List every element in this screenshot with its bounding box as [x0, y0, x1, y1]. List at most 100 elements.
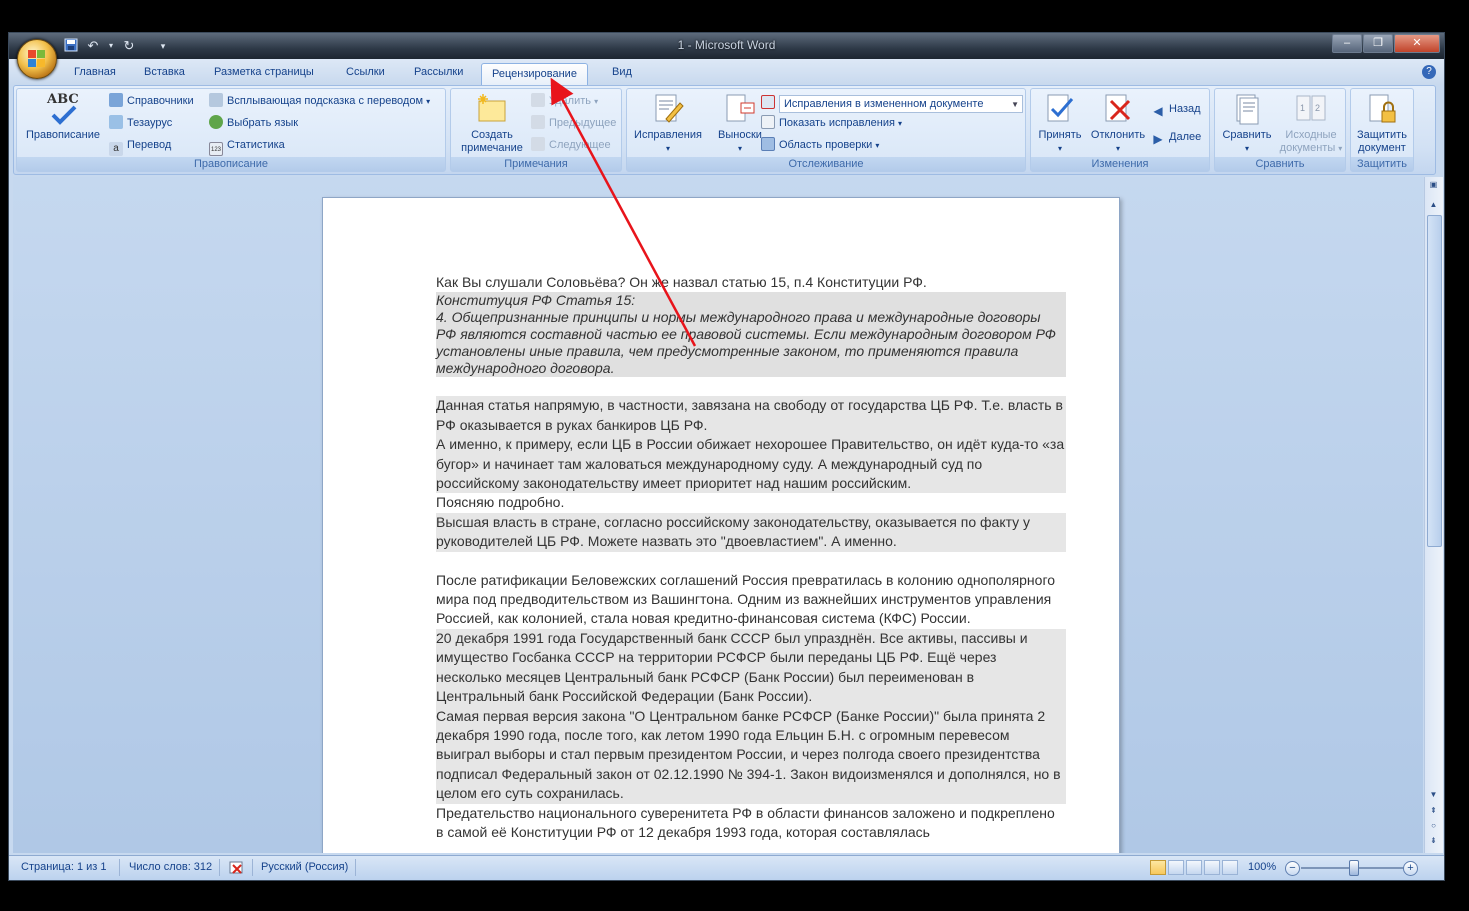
outline-view-button[interactable]: [1204, 860, 1220, 875]
source-documents-button[interactable]: 12 Исходные документы ▾: [1277, 93, 1345, 155]
zoom-slider-thumb[interactable]: [1349, 860, 1359, 876]
reviewing-pane-icon: [761, 137, 775, 151]
thesaurus-button[interactable]: Тезаурус: [109, 115, 172, 131]
group-proofing: ABC Правописание Справочники Тезаурус aП…: [16, 88, 446, 172]
print-layout-view-button[interactable]: [1150, 860, 1166, 875]
web-layout-view-button[interactable]: [1186, 860, 1202, 875]
thesaurus-icon: [109, 115, 123, 129]
chevron-down-icon: ▾: [875, 141, 880, 150]
draft-view-button[interactable]: [1222, 860, 1238, 875]
previous-comment-button[interactable]: Предыдущее: [531, 115, 616, 131]
display-for-review-icon: [761, 95, 779, 111]
show-markup-icon: [761, 115, 775, 129]
group-label-comments: Примечания: [451, 157, 621, 171]
paragraph: Как Вы слушали Соловьёва? Он же назвал с…: [436, 274, 927, 290]
scroll-down-icon[interactable]: ▼: [1427, 789, 1440, 801]
compare-icon: [1231, 93, 1263, 125]
accept-button[interactable]: Принять ▾: [1033, 93, 1087, 155]
next-change-button[interactable]: ▶ Далее: [1151, 129, 1201, 146]
previous-change-icon: ◀: [1153, 104, 1163, 118]
word-count[interactable]: Число слов: 312: [129, 861, 212, 873]
tab-view[interactable]: Вид: [612, 66, 632, 78]
window-controls: – ❐ ✕: [1331, 34, 1440, 53]
chevron-down-icon: ▼: [1011, 100, 1019, 109]
accept-icon: [1044, 93, 1076, 125]
tab-mailings[interactable]: Рассылки: [414, 66, 463, 78]
chevron-down-icon: ▾: [1244, 144, 1249, 153]
delete-comment-button[interactable]: Удалить ▾: [531, 93, 598, 109]
display-for-review-dropdown[interactable]: Исправления в измененном документе ▼: [779, 95, 1023, 113]
close-button[interactable]: ✕: [1394, 34, 1440, 53]
minimize-button[interactable]: –: [1332, 34, 1362, 53]
new-comment-button[interactable]: Создать примечание: [453, 93, 531, 155]
next-comment-button[interactable]: Следующее: [531, 137, 611, 153]
source-documents-icon: 12: [1295, 93, 1327, 125]
paragraph: 20 декабря 1991 года Государственный бан…: [436, 628, 1066, 707]
group-label-compare: Сравнить: [1215, 157, 1345, 171]
zoom-in-button[interactable]: +: [1403, 861, 1418, 876]
translate-button[interactable]: a Перевод: [109, 137, 171, 156]
translation-tooltip-button[interactable]: Всплывающая подсказка с переводом ▾: [209, 93, 430, 109]
document-text[interactable]: Как Вы слушали Соловьёва? Он же назвал с…: [436, 273, 1066, 842]
quote-body: 4. Общепризнанные принципы и нормы между…: [436, 309, 1056, 377]
help-icon[interactable]: ?: [1422, 65, 1436, 79]
statistics-button[interactable]: 123 Статистика: [209, 137, 285, 156]
show-markup-button[interactable]: Показать исправления ▾: [761, 115, 902, 131]
protect-document-button[interactable]: Защитить документ: [1351, 93, 1413, 155]
select-browse-object-icon[interactable]: ○: [1427, 820, 1440, 832]
tab-review[interactable]: Рецензирование: [481, 63, 588, 85]
chevron-down-icon: ▾: [594, 97, 599, 106]
tab-references[interactable]: Ссылки: [346, 66, 385, 78]
scrollbar-thumb[interactable]: [1427, 215, 1442, 547]
track-changes-button[interactable]: Исправления ▾: [629, 93, 707, 155]
document-page[interactable]: Как Вы слушали Соловьёва? Он же назвал с…: [322, 197, 1120, 853]
tab-home[interactable]: Главная: [74, 66, 116, 78]
previous-comment-icon: [531, 115, 545, 129]
delete-comment-icon: [531, 93, 545, 107]
office-button[interactable]: [17, 39, 57, 79]
full-screen-reading-view-button[interactable]: [1168, 860, 1184, 875]
paragraph: После ратификации Беловежских соглашений…: [436, 571, 1056, 627]
ruler-toggle-icon[interactable]: ▣: [1427, 179, 1440, 191]
paragraph: Данная статья напрямую, в частности, зав…: [436, 396, 1066, 436]
group-changes: Принять ▾ Отклонить ▾ ◀ Назад ▶ Далее Изме…: [1030, 88, 1210, 172]
tab-insert[interactable]: Вставка: [144, 66, 185, 78]
zoom-out-button[interactable]: −: [1285, 861, 1300, 876]
next-change-icon: ▶: [1153, 132, 1163, 146]
next-page-icon[interactable]: ⇟: [1427, 835, 1440, 847]
title-bar: ↶ ▾ ↻ ▾ 1 - Microsoft Word – ❐ ✕: [9, 33, 1444, 59]
reject-button[interactable]: Отклонить ▾: [1087, 93, 1149, 155]
group-label-protect: Защитить: [1351, 157, 1413, 171]
spelling-label: Правописание: [25, 129, 101, 141]
vertical-scrollbar[interactable]: ▣ ▲ ▼ ⇞ ○ ⇟: [1424, 177, 1443, 853]
lock-document-icon: [1366, 93, 1398, 125]
next-comment-icon: [531, 137, 545, 151]
group-comments: Создать примечание Удалить ▾ Предыдущее …: [450, 88, 622, 172]
quoted-article: Конституция РФ Статья 15: 4. Общепризнан…: [436, 292, 1066, 378]
reviewing-pane-button[interactable]: Область проверки ▾: [761, 137, 879, 153]
books-icon: [109, 93, 123, 107]
zoom-level[interactable]: 100%: [1248, 861, 1276, 873]
spelling-button[interactable]: ABC Правописание: [20, 93, 106, 142]
set-language-button[interactable]: Выбрать язык: [209, 115, 298, 131]
research-button[interactable]: Справочники: [109, 93, 194, 109]
previous-change-button[interactable]: ◀ Назад: [1151, 101, 1200, 118]
chevron-down-icon: ▾: [898, 119, 903, 128]
group-tracking: Исправления ▾ Выноски ▾ Исправления в из…: [626, 88, 1026, 172]
group-label-proofing: Правописание: [17, 157, 445, 171]
maximize-button[interactable]: ❐: [1363, 34, 1393, 53]
previous-page-icon[interactable]: ⇞: [1427, 805, 1440, 817]
compare-button[interactable]: Сравнить ▾: [1217, 93, 1277, 155]
paragraph: Поясняю подробно.: [436, 494, 565, 511]
status-bar: Страница: 1 из 1 Число слов: 312 Русский…: [9, 855, 1444, 880]
scroll-up-icon[interactable]: ▲: [1427, 199, 1440, 211]
document-area: Как Вы слушали Соловьёва? Он же назвал с…: [13, 177, 1423, 853]
language-indicator[interactable]: Русский (Россия): [261, 861, 348, 873]
page-counter[interactable]: Страница: 1 из 1: [21, 861, 107, 873]
ribbon: ABC Правописание Справочники Тезаурус aП…: [13, 85, 1436, 175]
proofing-status-icon[interactable]: [229, 861, 247, 878]
tab-page-layout[interactable]: Разметка страницы: [214, 66, 314, 78]
group-protect: Защитить документ Защитить: [1350, 88, 1414, 172]
chevron-down-icon: ▾: [1057, 144, 1062, 153]
svg-text:2: 2: [1315, 103, 1320, 113]
